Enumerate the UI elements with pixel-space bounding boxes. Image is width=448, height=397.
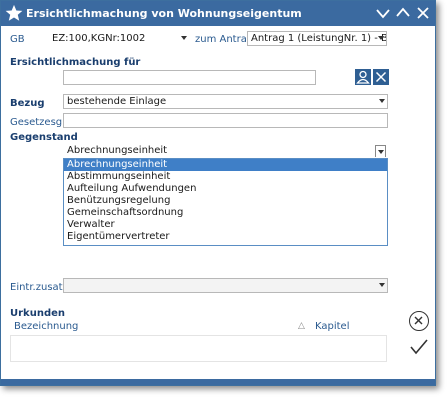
close-icon[interactable] (415, 5, 431, 21)
list-item[interactable]: Abrechnungseinheit (64, 159, 387, 171)
chevron-down-icon (181, 36, 187, 40)
list-item[interactable]: Abstimmungseinheit (64, 171, 387, 183)
chevron-down-icon (379, 283, 385, 287)
close-icon (375, 71, 387, 83)
title-bar: Ersichtlichmachung von Wohnungseigentum (1, 1, 435, 26)
gesetz-field[interactable] (63, 113, 388, 128)
person-icon (356, 70, 370, 84)
close-icon (414, 316, 423, 325)
urkunden-label: Urkunden (10, 308, 65, 319)
ersichtlichmachung-field[interactable] (63, 70, 316, 85)
cancel-button[interactable] (409, 311, 429, 331)
list-item[interactable]: Aufteilung Aufwendungen (64, 183, 387, 195)
window-title: Ersichtlichmachung von Wohnungseigentum (26, 7, 302, 20)
bezug-label: Bezug (10, 98, 45, 109)
list-item[interactable]: Gemeinschaftsordnung (64, 207, 387, 219)
chevron-down-icon[interactable] (375, 5, 391, 21)
gb-label: GB (10, 34, 25, 45)
bezug-select-value: bestehende Einlage (67, 96, 167, 107)
list-item[interactable]: Verwalter (64, 219, 387, 231)
zum-antrag-label: zum Antrag (195, 34, 254, 45)
clear-person-button[interactable] (373, 69, 389, 85)
dialog-window: Ersichtlichmachung von Wohnungseigentum … (0, 0, 436, 386)
gb-select-value: EZ:100,KGNr:1002 (52, 33, 146, 44)
gegenstand-label: Gegenstand (10, 132, 78, 143)
confirm-button[interactable] (409, 338, 429, 356)
gegenstand-dropdown-list: Abrechnungseinheit Abstimmungseinheit Au… (63, 158, 388, 246)
antrag-select[interactable]: Antrag 1 (LeistungNr. 1) - Bezi (247, 31, 387, 46)
gegenstand-select[interactable]: Abrechnungseinheit (63, 143, 388, 158)
list-item[interactable]: Benützungsregelung (64, 195, 387, 207)
antrag-select-value: Antrag 1 (LeistungNr. 1) - Bezi (251, 33, 387, 44)
chevron-down-icon (378, 36, 384, 40)
star-icon (5, 4, 23, 21)
gegenstand-select-value: Abrechnungseinheit (67, 145, 168, 156)
bezug-select[interactable]: bestehende Einlage (63, 94, 388, 109)
window-bottom-border (1, 379, 435, 385)
chevron-up-icon[interactable] (395, 5, 411, 21)
ersichtlichmachung-label: Ersichtlichmachung für (10, 57, 141, 68)
chevron-down-icon (375, 145, 386, 157)
eintr-select[interactable] (63, 278, 388, 293)
eintr-label: Eintr.zusatz (10, 282, 68, 293)
person-search-button[interactable] (355, 69, 371, 85)
checkmark-icon (410, 339, 428, 355)
sort-icon: △ (298, 321, 305, 331)
column-header-kapitel[interactable]: Kapitel (315, 321, 350, 332)
chevron-down-icon (379, 99, 385, 103)
column-header-bezeichnung[interactable]: Bezeichnung (14, 321, 78, 332)
urkunden-table[interactable] (10, 335, 387, 362)
gb-select[interactable]: EZ:100,KGNr:1002 (48, 31, 190, 46)
list-item[interactable]: Eigentümervertreter (64, 231, 387, 243)
